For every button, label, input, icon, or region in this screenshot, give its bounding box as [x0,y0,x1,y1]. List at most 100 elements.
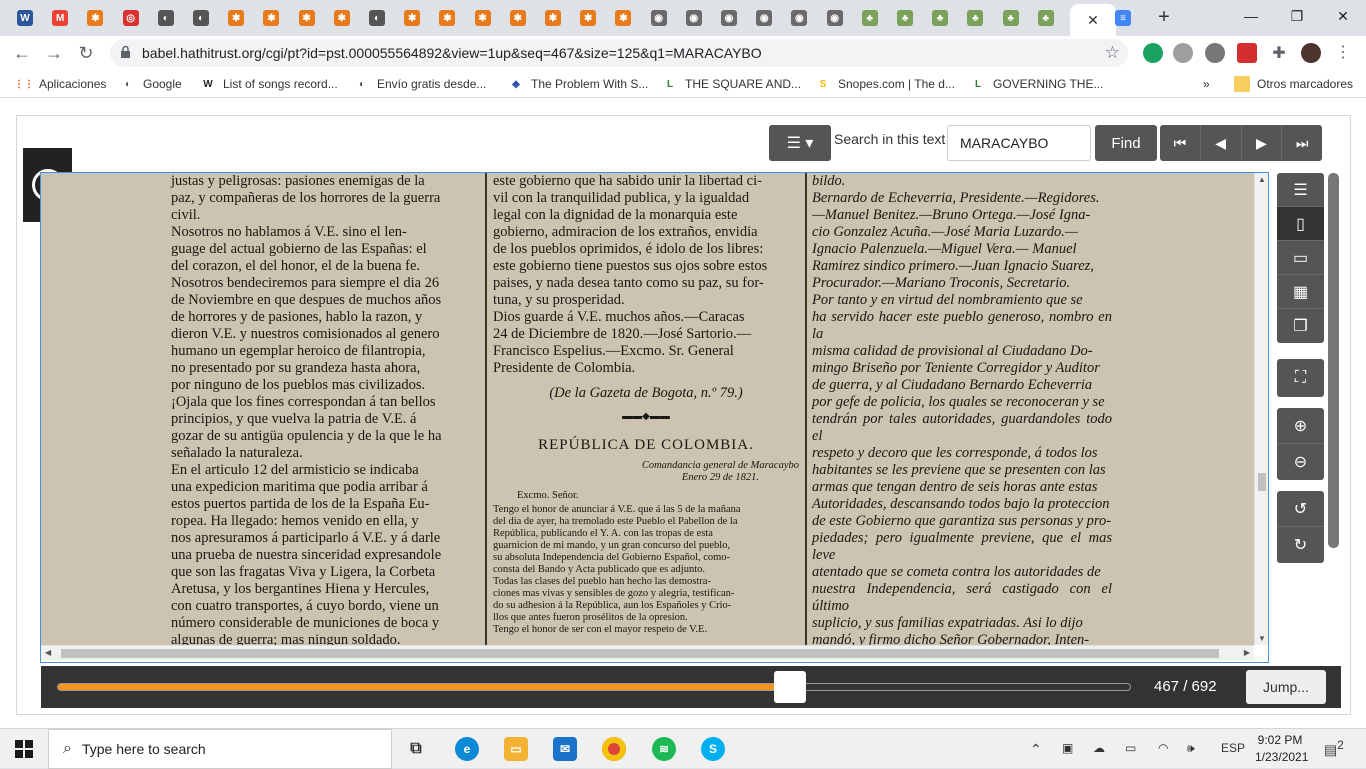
bookmark-item[interactable]: S Snopes.com | The d... [815,75,955,93]
browser-tab[interactable]: ♣ [994,4,1028,32]
restore-button[interactable]: ❐ [1274,0,1320,32]
browser-tab[interactable]: ✱ [466,4,500,32]
device-icon[interactable]: ▣ [1062,741,1073,755]
flip-view-icon[interactable]: ▭ [1277,241,1324,275]
browser-tab[interactable]: ✱ [78,4,112,32]
zoom-in-icon[interactable]: ⊕ [1277,408,1324,444]
last-page-icon[interactable]: ⏭ [1282,125,1322,161]
browser-tab[interactable]: ✱ [430,4,464,32]
address-bar[interactable]: babel.hathitrust.org/cgi/pt?id=pst.00005… [110,39,1128,67]
browser-tab[interactable]: ♣ [923,4,957,32]
browser-tab[interactable]: ✱ [325,4,359,32]
fullscreen-toolbar: ⛶ [1277,359,1324,397]
puzzle-icon[interactable]: ✚ [1269,43,1289,63]
viewer-scrollbar[interactable] [1328,173,1339,548]
spotify-icon[interactable]: ≋ [652,737,676,761]
extension-icon[interactable] [1173,43,1193,63]
browser-tab[interactable]: ♣ [888,4,922,32]
database-icon[interactable] [1205,43,1225,63]
bookmark-item[interactable]: L THE SQUARE AND... [662,75,801,93]
fullscreen-icon[interactable]: ⛶ [1277,359,1324,397]
globe-icon: ◐ [358,78,366,90]
start-button[interactable] [0,729,48,769]
first-page-icon[interactable]: ⏮ [1160,125,1201,161]
grammarly-icon[interactable] [1143,43,1163,63]
reload-icon[interactable]: ↻ [74,41,98,65]
browser-tab[interactable]: ◉ [642,4,676,32]
browser-tab[interactable]: ◎ [114,4,148,32]
onedrive-icon[interactable]: ☁ [1093,741,1105,755]
next-page-icon[interactable]: ▶ [1242,125,1283,161]
browser-tab[interactable]: ✱ [536,4,570,32]
avatar[interactable] [1301,43,1321,63]
browser-tab[interactable]: ◉ [818,4,852,32]
bookmark-item[interactable]: ◐ Google [120,75,182,93]
bookmark-item[interactable]: ◆ The Problem With S... [508,75,648,93]
bookmark-item[interactable]: L GOVERNING THE... [970,75,1104,93]
jump-button[interactable]: Jump... [1246,670,1326,704]
browser-tab[interactable]: ✱ [395,4,429,32]
browser-tab[interactable]: ♣ [1029,4,1063,32]
close-window-button[interactable]: ✕ [1320,0,1366,32]
bookmark-item[interactable]: ◐ Envío gratis desde... [354,75,486,93]
browser-tab[interactable]: ◉ [782,4,816,32]
rotate-right-icon[interactable]: ↻ [1277,527,1324,563]
chrome-icon[interactable] [602,737,626,761]
skype-icon[interactable]: S [701,737,725,761]
volume-icon[interactable]: 🕪 [1187,741,1195,756]
new-tab-button[interactable]: + [1150,6,1178,30]
view-menu-button[interactable]: ☰ ▾ [769,125,831,161]
scroll-view-icon[interactable]: ▯ [1277,207,1324,241]
browser-tab[interactable]: ✱ [254,4,288,32]
plain-text-view-icon[interactable]: ☰ [1277,173,1324,207]
browser-tab[interactable]: ◐ [360,4,394,32]
browser-tab[interactable]: ✱ [501,4,535,32]
rotate-left-icon[interactable]: ↺ [1277,491,1324,527]
bookmark-item[interactable]: W List of songs record... [200,75,337,93]
browser-tab[interactable]: ✱ [571,4,605,32]
file-explorer-icon[interactable]: ▭ [504,737,528,761]
tab-docs[interactable]: ≡ [1106,4,1140,32]
minimize-button[interactable]: — [1228,0,1274,32]
back-icon[interactable]: ← [10,41,34,65]
forward-icon[interactable]: → [42,41,66,65]
page-slider-handle[interactable] [774,671,806,703]
task-view-icon[interactable]: ⧉ [404,737,428,761]
previous-page-icon[interactable]: ◀ [1201,125,1242,161]
pdf-icon[interactable] [1237,43,1257,63]
language-indicator[interactable]: ESP [1221,741,1245,755]
find-button[interactable]: Find [1095,125,1157,161]
browser-tab[interactable]: W [8,4,42,32]
page-by-page-view-icon[interactable]: ❐ [1277,309,1324,343]
bookmark-star-icon[interactable]: ☆ [1105,43,1120,63]
other-bookmarks[interactable]: Otros marcadores [1234,75,1353,93]
zoom-out-icon[interactable]: ⊖ [1277,444,1324,480]
notifications-icon[interactable]: ▤2 [1324,739,1344,759]
wifi-icon[interactable]: ◠ [1158,741,1168,755]
page-slider-track[interactable] [57,683,1131,691]
browser-tab[interactable]: ◐ [184,4,218,32]
browser-tab[interactable]: ◉ [712,4,746,32]
battery-icon[interactable]: ▭ [1125,741,1136,755]
more-menu-icon[interactable]: ⋮ [1333,43,1353,63]
browser-tab[interactable]: ♣ [958,4,992,32]
browser-tab[interactable]: ✱ [219,4,253,32]
browser-tab[interactable]: ✱ [290,4,324,32]
search-input[interactable] [947,125,1091,161]
show-hidden-icons[interactable]: ⌃ [1030,741,1042,758]
browser-tab[interactable]: ◉ [677,4,711,32]
browser-tab[interactable]: ◉ [747,4,781,32]
bookmarks-overflow[interactable]: » [1203,75,1210,93]
seal-icon: ◉ [685,10,702,26]
browser-tab[interactable]: ✱ [606,4,640,32]
close-tab-icon[interactable]: ✕ [1087,12,1099,29]
mail-icon[interactable]: ✉ [553,737,577,761]
browser-tab[interactable]: ♣ [853,4,887,32]
browser-tab[interactable]: ◐ [149,4,183,32]
thumbnail-view-icon[interactable]: ▦ [1277,275,1324,309]
edge-icon[interactable]: e [455,737,479,761]
browser-tab[interactable]: M [43,4,77,32]
clock[interactable]: 9:02 PM 1/23/2021 [1255,732,1308,766]
bookmark-item[interactable]: ⋮⋮ Aplicaciones [14,75,106,93]
taskbar-search[interactable]: ⌕ Type here to search [48,729,392,769]
